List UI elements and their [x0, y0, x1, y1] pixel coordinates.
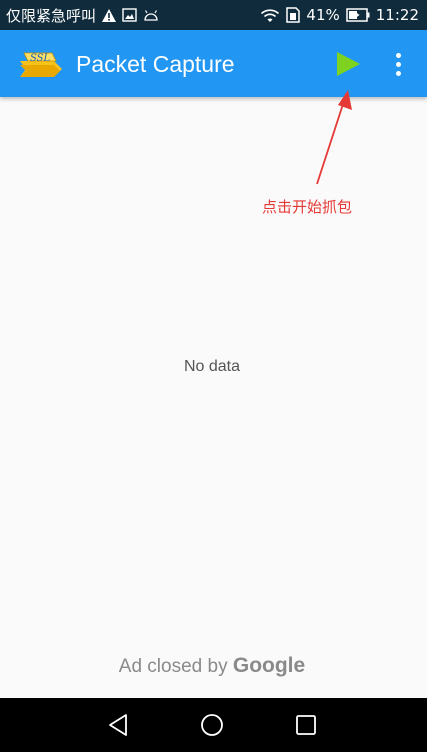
app-title: Packet Capture [76, 51, 235, 77]
annotation-arrow-icon [316, 90, 352, 185]
start-capture-button[interactable] [333, 48, 363, 80]
sim-icon [286, 7, 301, 23]
image-icon [122, 8, 137, 22]
more-vert-dot [395, 70, 401, 76]
play-icon [337, 52, 360, 76]
more-vert-icon [395, 52, 401, 58]
navigation-bar [0, 698, 427, 752]
annotation-text: 点击开始抓包 [262, 198, 353, 216]
carrier-text: 仅限紧急呼叫 [6, 6, 97, 25]
warning-icon [102, 8, 117, 22]
home-icon [201, 714, 223, 736]
app-bar: SSL Packet Capture [0, 30, 427, 97]
battery-percent: 41% [306, 6, 340, 24]
empty-state-text: No data [183, 358, 241, 375]
ssl-logo-icon: SSL [18, 49, 64, 79]
status-bar: 仅限紧急呼叫 41% 11:22 [0, 0, 427, 30]
ad-closed-text: Ad closed by [118, 656, 228, 677]
logo-text: SSL [30, 53, 51, 64]
google-brand: Google [232, 654, 306, 677]
clock: 11:22 [375, 6, 419, 24]
back-icon [109, 714, 127, 736]
recents-button[interactable] [293, 712, 319, 738]
back-button[interactable] [105, 712, 131, 738]
recents-icon [296, 715, 316, 735]
android-icon [143, 9, 159, 21]
battery-icon [346, 8, 370, 22]
more-options-button[interactable] [388, 48, 408, 80]
wifi-icon [260, 8, 280, 23]
home-button[interactable] [199, 712, 225, 738]
ad-closed-banner: Ad closed by Google [0, 654, 424, 678]
more-vert-dot [395, 61, 401, 67]
